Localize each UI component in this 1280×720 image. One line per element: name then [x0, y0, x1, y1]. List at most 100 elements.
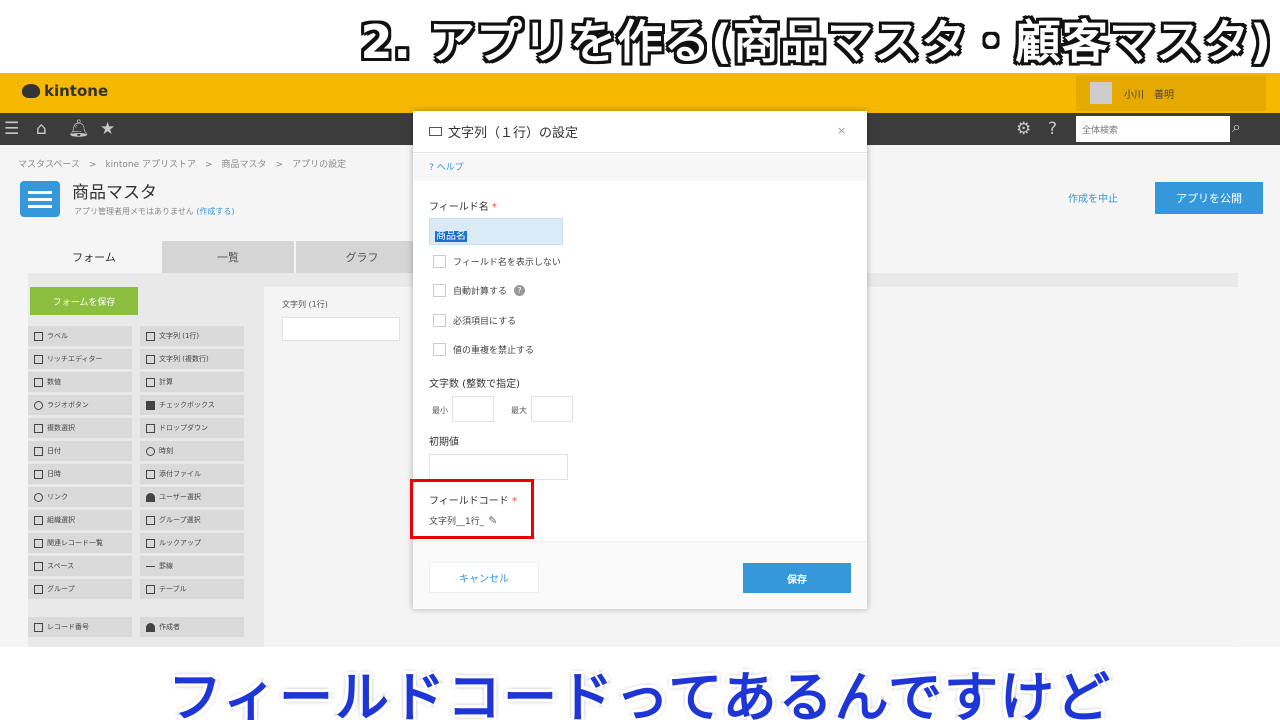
- palette-item[interactable]: リンク: [28, 487, 132, 507]
- breadcrumb[interactable]: マスタスペース > kintone アプリストア > 商品マスタ > アプリの設…: [18, 157, 346, 170]
- length-label: 文字数 (整数で指定): [429, 379, 520, 390]
- help-icon[interactable]: ?: [1048, 119, 1057, 139]
- app-title: 商品マスタ: [72, 183, 157, 203]
- app-memo: アプリ管理者用メモはありません (作成する): [74, 206, 235, 217]
- palette-item[interactable]: ラジオボタン: [28, 395, 132, 415]
- label-icon: [34, 331, 43, 341]
- kintone-logo[interactable]: kintone: [22, 82, 108, 100]
- palette-item[interactable]: 作成者: [140, 617, 244, 637]
- max-length-input[interactable]: [531, 396, 573, 422]
- user-menu[interactable]: 小川 善明: [1076, 75, 1266, 111]
- palette-item[interactable]: 関連レコード一覧: [28, 533, 132, 553]
- palette-item[interactable]: 日時: [28, 464, 132, 484]
- unique-option[interactable]: 値の重複を禁止する: [433, 343, 534, 356]
- palette-item[interactable]: リッチエディター: [28, 349, 132, 369]
- highlight-box: [410, 479, 534, 539]
- calculation-icon: [146, 377, 155, 387]
- palette-item[interactable]: スペース: [28, 556, 132, 576]
- record-number-icon: [34, 622, 43, 632]
- palette-item[interactable]: ドロップダウン: [140, 418, 244, 438]
- publish-app-button[interactable]: アプリを公開: [1155, 182, 1263, 214]
- screen: 2. アプリを作る(商品マスタ・顧客マスタ) kintone 小川 善明 ☰ ⌂…: [0, 0, 1280, 720]
- subtitle-text: フィールドコードってあるんですけど: [168, 666, 1112, 720]
- cancel-button[interactable]: キャンセル: [429, 562, 539, 593]
- field-settings-dialog: 文字列（１行）の設定 × ? ヘルプ フィールド名 * 商品名 フィールド名を表…: [410, 111, 867, 609]
- kintone-logo-icon: [22, 84, 40, 98]
- save-form-button[interactable]: フォームを保存: [30, 287, 138, 315]
- help-link[interactable]: ? ヘルプ: [429, 160, 464, 173]
- notification-bell-icon[interactable]: 🔔︎: [68, 119, 90, 139]
- palette-item[interactable]: 罫線: [140, 556, 244, 576]
- tab-graph[interactable]: グラフ: [296, 241, 428, 273]
- caption-title: 2. アプリを作る(商品マスタ・顧客マスタ): [360, 15, 1272, 69]
- table-icon: [146, 584, 155, 594]
- unique-checkbox[interactable]: [433, 343, 446, 356]
- required-option[interactable]: 必須項目にする: [433, 314, 516, 327]
- group-select-icon: [146, 515, 155, 525]
- palette-item[interactable]: 数値: [28, 372, 132, 392]
- palette-item[interactable]: グループ選択: [140, 510, 244, 530]
- menu-icon[interactable]: ☰: [4, 119, 19, 139]
- space-icon: [34, 561, 43, 571]
- creator-icon: [146, 622, 155, 632]
- palette-item[interactable]: ルックアップ: [140, 533, 244, 553]
- required-checkbox[interactable]: [433, 314, 446, 327]
- palette-item[interactable]: 時刻: [140, 441, 244, 461]
- app-list-icon: [20, 181, 60, 217]
- tab-list[interactable]: 一覧: [162, 241, 294, 273]
- user-name: 小川 善明: [1124, 89, 1174, 101]
- dropdown-icon: [146, 423, 155, 433]
- hide-field-name-option[interactable]: フィールド名を表示しない: [433, 255, 561, 268]
- palette-item[interactable]: 計算: [140, 372, 244, 392]
- auto-calc-checkbox[interactable]: [433, 284, 446, 297]
- palette-item[interactable]: 文字列 (複数行): [140, 349, 244, 369]
- palette-item[interactable]: 複数選択: [28, 418, 132, 438]
- palette-item[interactable]: グループ: [28, 579, 132, 599]
- gear-icon[interactable]: ⚙: [1016, 119, 1031, 139]
- dialog-title: 文字列（１行）の設定: [448, 126, 579, 141]
- canvas-text-field[interactable]: [282, 317, 400, 341]
- question-icon[interactable]: ?: [514, 285, 526, 296]
- save-button[interactable]: 保存: [743, 563, 851, 593]
- app-memo-create-link[interactable]: (作成する): [196, 207, 234, 216]
- datetime-icon: [34, 469, 43, 479]
- palette-item[interactable]: レコード番号: [28, 617, 132, 637]
- app-header: kintone 小川 善明: [0, 73, 1280, 113]
- search-icon[interactable]: ⌕: [1232, 117, 1241, 137]
- app-memo-text: アプリ管理者用メモはありません: [74, 207, 194, 216]
- min-length-input[interactable]: [452, 396, 494, 422]
- attachment-icon: [146, 469, 155, 479]
- palette-item[interactable]: ラベル: [28, 326, 132, 346]
- close-icon[interactable]: ×: [837, 124, 846, 137]
- user-avatar-icon: [1090, 82, 1112, 104]
- help-row: ? ヘルプ: [413, 154, 867, 181]
- global-search-input[interactable]: 全体検索: [1076, 116, 1230, 142]
- auto-calc-option[interactable]: 自動計算する?: [433, 284, 526, 297]
- cancel-create-link[interactable]: 作成を中止: [1068, 190, 1118, 205]
- palette-item[interactable]: テーブル: [140, 579, 244, 599]
- favorites-star-icon[interactable]: ★: [100, 119, 115, 139]
- field-name-label: フィールド名 *: [429, 202, 497, 213]
- logo-text: kintone: [44, 82, 109, 100]
- palette-item[interactable]: 日付: [28, 441, 132, 461]
- field-name-input[interactable]: 商品名: [429, 218, 563, 245]
- checkbox-icon: [146, 400, 155, 410]
- hide-field-name-checkbox[interactable]: [433, 255, 446, 268]
- top-caption-banner: 2. アプリを作る(商品マスタ・顧客マスタ): [0, 0, 1280, 73]
- palette-item[interactable]: チェックボックス: [140, 395, 244, 415]
- palette-item[interactable]: ユーザー選択: [140, 487, 244, 507]
- dialog-header: 文字列（１行）の設定 ×: [413, 111, 867, 153]
- number-icon: [34, 377, 43, 387]
- palette-item[interactable]: 組織選択: [28, 510, 132, 530]
- settings-tabs: フォーム 一覧 グラフ: [28, 241, 428, 273]
- multiline-text-icon: [146, 354, 155, 364]
- divider-icon: [146, 565, 155, 567]
- palette-item[interactable]: 文字列 (1行): [140, 326, 244, 346]
- default-value-label: 初期値: [429, 437, 459, 448]
- field-name-value: 商品名: [435, 231, 467, 242]
- default-value-input[interactable]: [429, 454, 568, 480]
- home-icon[interactable]: ⌂: [36, 119, 47, 139]
- tab-form[interactable]: フォーム: [28, 241, 160, 273]
- palette-item[interactable]: 添付ファイル: [140, 464, 244, 484]
- date-icon: [34, 446, 43, 456]
